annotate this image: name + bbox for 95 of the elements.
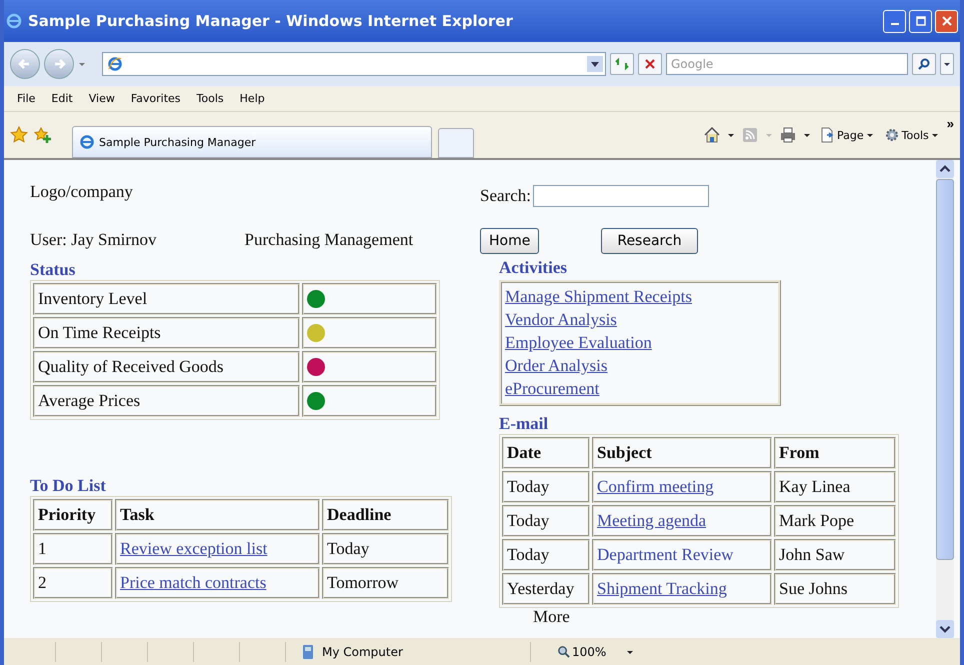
- activity-link[interactable]: Employee Evaluation: [505, 333, 652, 353]
- minimize-button[interactable]: [883, 10, 906, 32]
- menu-item[interactable]: Edit: [44, 90, 80, 107]
- stop-icon: [643, 57, 657, 71]
- status-dot: [307, 358, 326, 376]
- caret-icon[interactable]: [803, 131, 812, 139]
- table-cell: Sue Johns: [774, 573, 896, 605]
- column-header: Priority: [33, 499, 113, 531]
- status-dot: [307, 392, 326, 410]
- search-options-button[interactable]: [940, 53, 954, 75]
- activity-link[interactable]: Order Analysis: [505, 356, 608, 376]
- more-tools-button[interactable]: »: [946, 116, 954, 131]
- minimize-icon: [890, 23, 898, 25]
- menu-item[interactable]: View: [82, 90, 122, 107]
- add-favorite-icon[interactable]: [34, 126, 52, 144]
- table-cell: Kay Linea: [774, 471, 896, 503]
- maximize-icon: [916, 16, 926, 26]
- scroll-down-icon[interactable]: [936, 620, 954, 638]
- section-heading: Activities: [499, 258, 568, 278]
- table-cell: 2: [33, 567, 113, 599]
- close-button[interactable]: [935, 10, 958, 32]
- table-cell: Today: [502, 539, 590, 571]
- printer-icon[interactable]: [779, 126, 798, 144]
- caret-icon: [866, 131, 874, 139]
- magnifier-icon: [557, 645, 570, 658]
- search-icon: [917, 57, 931, 71]
- home-icon[interactable]: [703, 126, 722, 144]
- column-header: Date: [502, 437, 590, 469]
- table-cell: Yesterday: [502, 573, 590, 605]
- address-field[interactable]: [102, 52, 606, 76]
- activity-link[interactable]: eProcurement: [505, 379, 600, 399]
- page-icon: [107, 56, 123, 72]
- window-title: Sample Purchasing Manager - Windows Internet Explorer: [28, 12, 514, 30]
- search-field[interactable]: [532, 185, 709, 207]
- menu-item[interactable]: Help: [232, 90, 272, 107]
- company-logo: Logo/company: [30, 182, 134, 203]
- table-cell: Average Prices: [33, 385, 300, 417]
- security-zone: My Computer: [322, 644, 403, 658]
- column-header: From: [774, 437, 896, 469]
- table-cell: Tomorrow: [322, 567, 449, 599]
- user-name: User: Jay Smirnov: [30, 230, 157, 251]
- page-menu-button[interactable]: Page: [817, 127, 876, 143]
- search-button[interactable]: [912, 53, 936, 75]
- search-label: Search:: [480, 186, 531, 206]
- page-icon: [819, 127, 836, 143]
- stop-button[interactable]: [638, 53, 662, 75]
- back-button[interactable]: [10, 49, 40, 79]
- menu-item[interactable]: Favorites: [124, 90, 188, 107]
- browser-logo-icon: [6, 13, 22, 29]
- scrollbar[interactable]: [936, 160, 954, 638]
- table-cell: Quality of Received Goods: [33, 351, 300, 383]
- scroll-up-icon[interactable]: [936, 160, 954, 178]
- table-cell: Today: [322, 533, 449, 565]
- caret-icon: [930, 131, 939, 139]
- table-cell: Mark Pope: [774, 505, 896, 537]
- refresh-icon: [615, 57, 629, 71]
- search-field[interactable]: Google: [666, 53, 908, 75]
- more-link[interactable]: More: [533, 608, 936, 626]
- column-header: Subject: [592, 437, 772, 469]
- section-heading: To Do List: [30, 476, 107, 496]
- maximize-button[interactable]: [909, 10, 932, 32]
- menu-item[interactable]: File: [10, 90, 42, 107]
- activity-link[interactable]: Vendor Analysis: [505, 310, 617, 330]
- section-heading: E-mail: [499, 414, 550, 434]
- caret-icon[interactable]: [727, 131, 736, 139]
- menu-item[interactable]: Tools: [190, 90, 231, 107]
- nav-button[interactable]: Research: [601, 228, 698, 254]
- page-icon: [79, 134, 95, 150]
- column-header: Task: [115, 499, 320, 531]
- status-dot: [307, 290, 326, 308]
- table-cell: Today: [502, 471, 590, 503]
- nav-button[interactable]: Home: [480, 228, 540, 254]
- favorites-star-icon[interactable]: [10, 126, 28, 144]
- scroll-thumb[interactable]: [936, 179, 954, 560]
- status-dot: [307, 324, 326, 342]
- zoom-button[interactable]: 100%: [551, 644, 612, 660]
- column-header: Deadline: [322, 499, 449, 531]
- close-icon: [942, 16, 952, 26]
- tools-menu-button[interactable]: Tools: [882, 127, 941, 143]
- table-cell: Today: [502, 505, 590, 537]
- refresh-button[interactable]: [610, 53, 634, 75]
- table-cell: John Saw: [774, 539, 896, 571]
- computer-icon: [300, 644, 316, 660]
- forward-button[interactable]: [44, 49, 74, 79]
- table-cell: 1: [33, 533, 113, 565]
- table-cell: Inventory Level: [33, 283, 300, 315]
- section-heading: Status: [30, 260, 76, 280]
- browser-tab[interactable]: Sample Purchasing Manager: [72, 126, 432, 158]
- gear-icon: [884, 127, 900, 143]
- table-cell: On Time Receipts: [33, 317, 300, 349]
- dropdown-icon[interactable]: [587, 55, 603, 73]
- activity-link[interactable]: Manage Shipment Receipts: [505, 287, 692, 307]
- app-title: Purchasing Management: [244, 230, 414, 251]
- caret-icon: [943, 60, 951, 68]
- tab-title: Sample Purchasing Manager: [99, 136, 256, 148]
